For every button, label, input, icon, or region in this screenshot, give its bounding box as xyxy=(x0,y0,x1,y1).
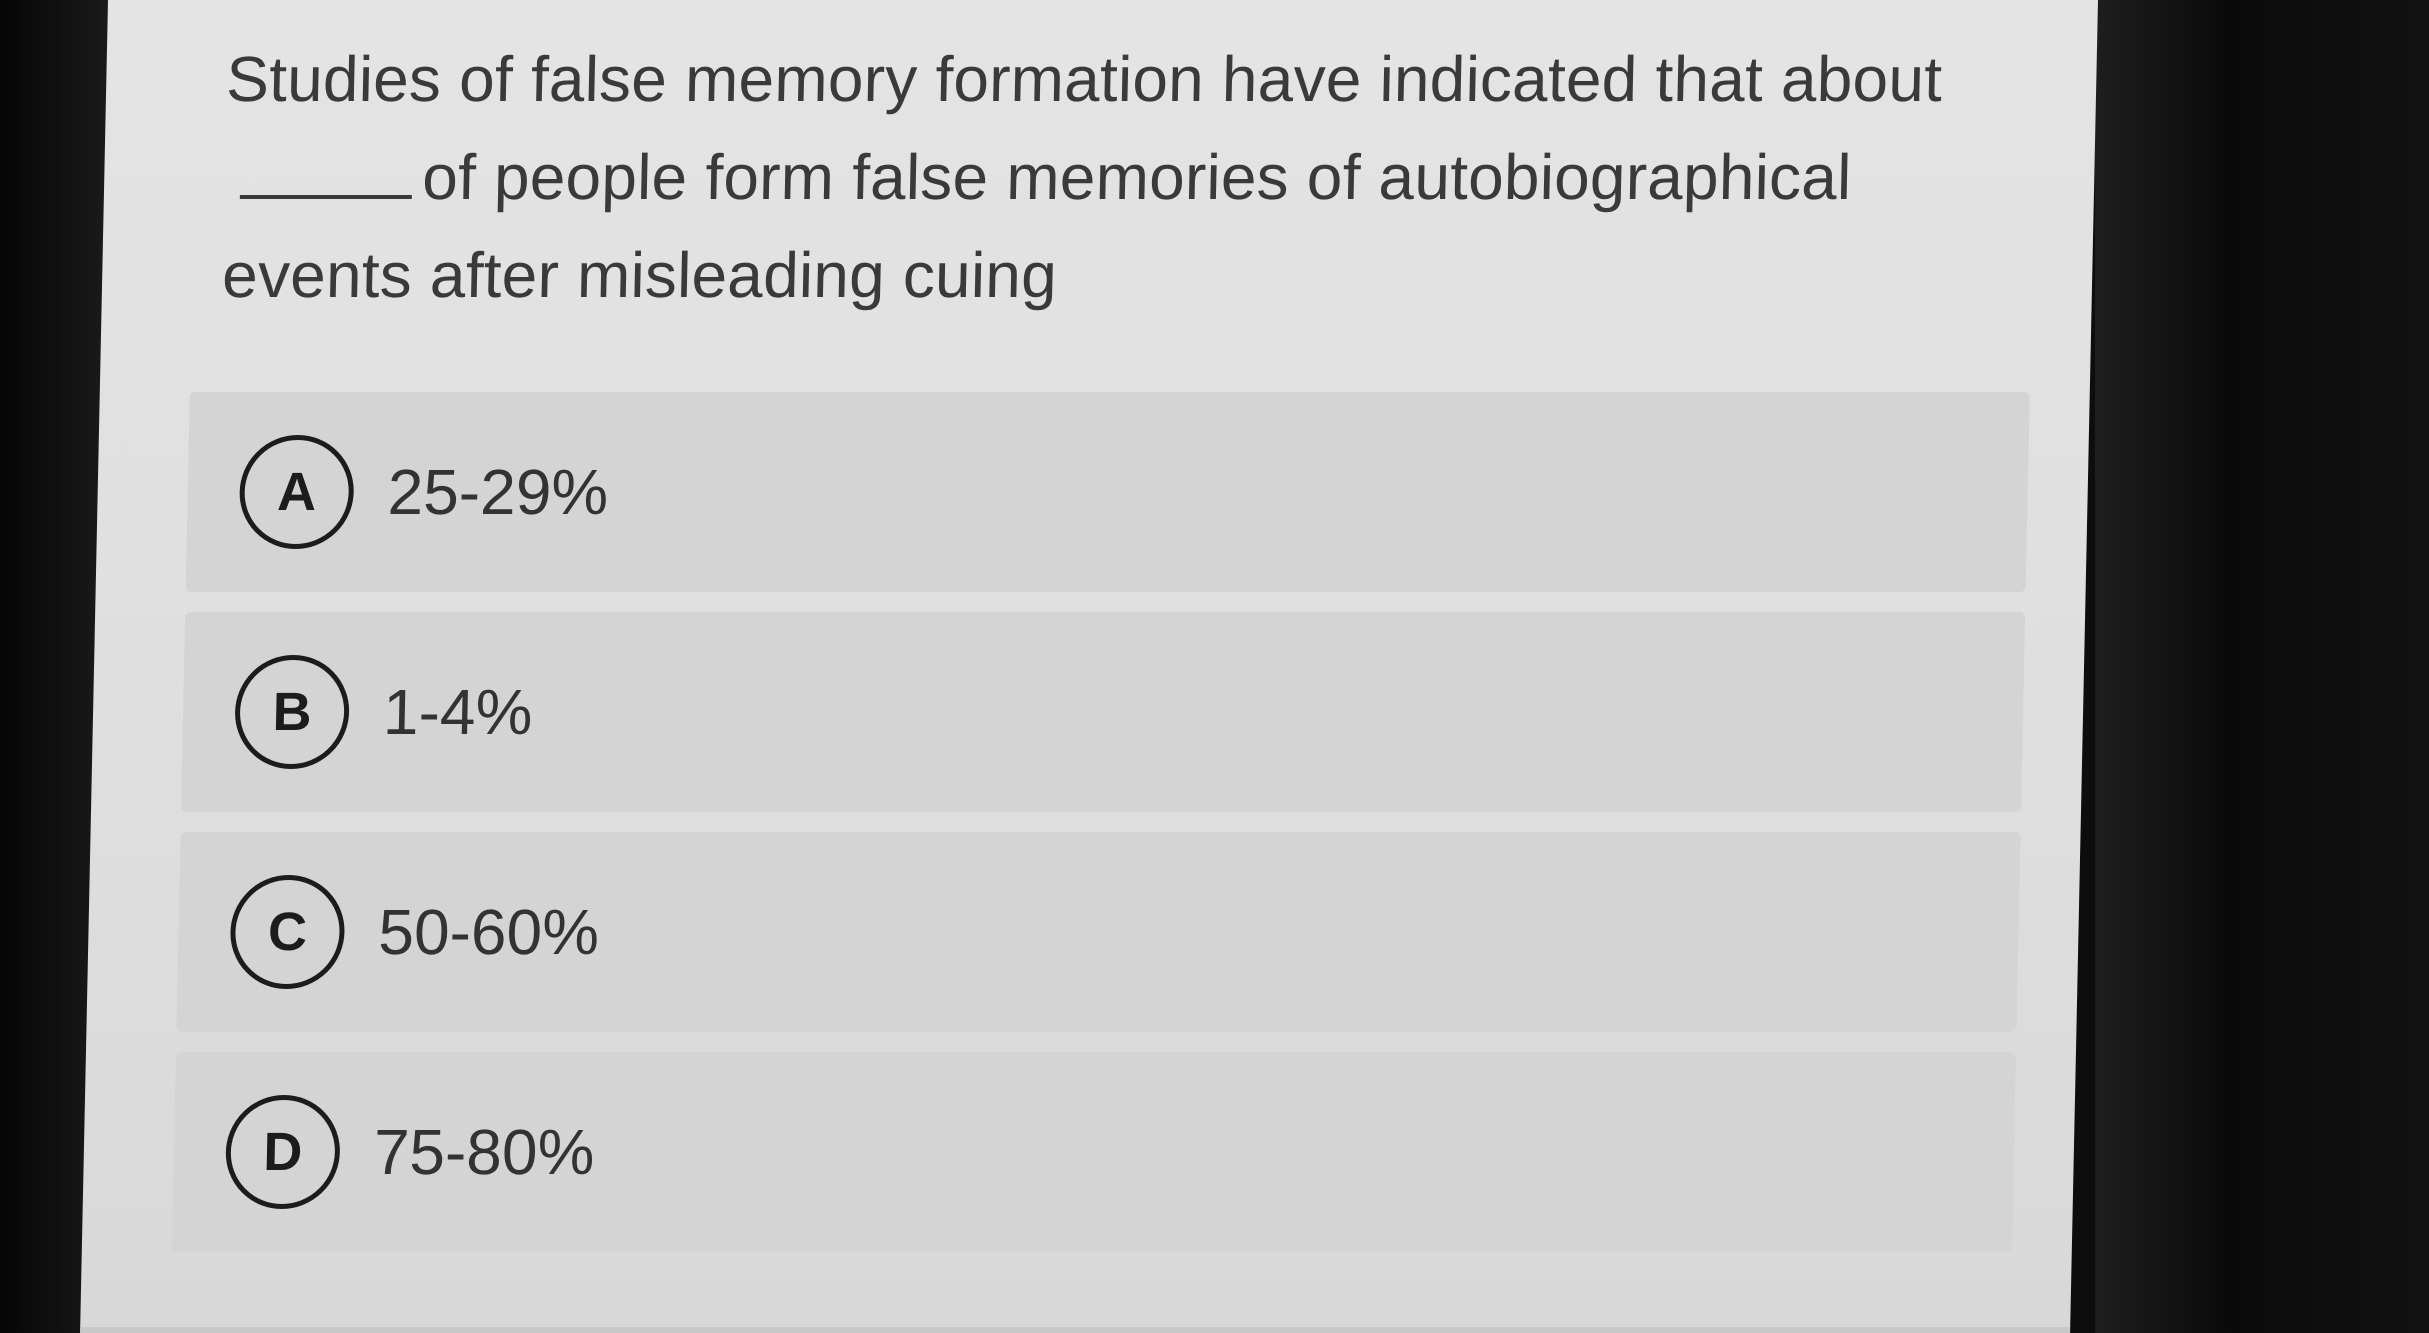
option-letter-badge: D xyxy=(224,1095,342,1209)
quiz-screen: Studies of false memory formation have i… xyxy=(80,0,2098,1333)
answer-option-d[interactable]: D 75-80% xyxy=(171,1052,2016,1252)
option-label: 50-60% xyxy=(377,896,600,968)
answer-option-c[interactable]: C 50-60% xyxy=(176,832,2021,1032)
option-label: 1-4% xyxy=(382,676,534,748)
answer-option-a[interactable]: A 25-29% xyxy=(185,392,2030,592)
device-bezel-right xyxy=(2095,0,2429,1333)
option-letter-badge: C xyxy=(229,875,346,989)
option-label: 75-80% xyxy=(373,1116,596,1188)
answer-option-b[interactable]: B 1-4% xyxy=(180,612,2026,812)
answer-blank xyxy=(239,145,413,199)
option-letter-badge: B xyxy=(233,655,351,769)
question-text-before-blank: Studies of false memory formation have i… xyxy=(225,43,1943,115)
question-text: Studies of false memory formation have i… xyxy=(221,30,1947,324)
question-text-after-blank: of people form false memories of autobio… xyxy=(221,141,1853,311)
screen-bottom-edge xyxy=(80,1327,2071,1333)
option-letter-badge: A xyxy=(238,435,355,549)
option-label: 25-29% xyxy=(386,456,610,528)
